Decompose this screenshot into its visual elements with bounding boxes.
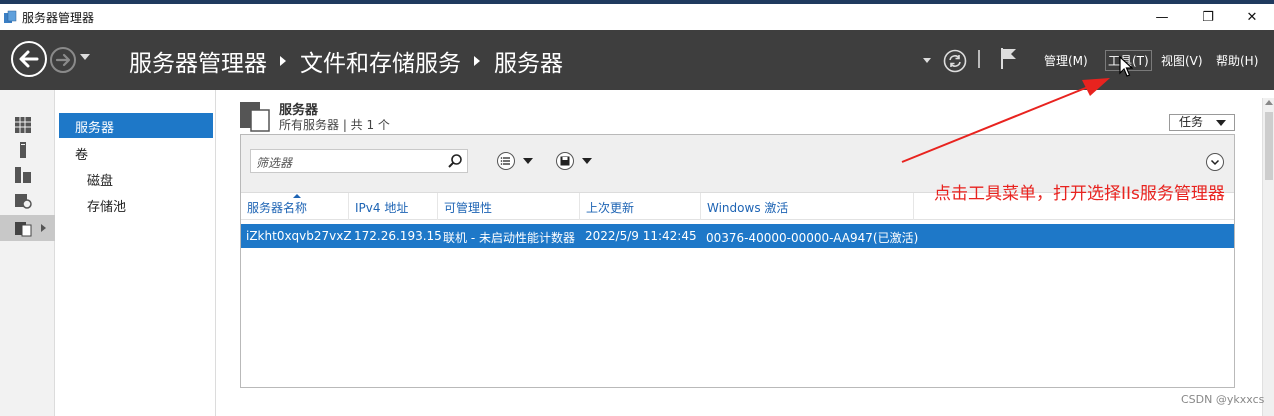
search-icon[interactable] bbox=[447, 153, 463, 169]
all-servers-icon[interactable] bbox=[14, 166, 32, 184]
save-icon bbox=[556, 152, 574, 170]
breadcrumb-separator-icon bbox=[474, 56, 480, 66]
menu-manage[interactable]: 管理(M) bbox=[1044, 52, 1088, 69]
tasks-dropdown[interactable]: 任务 bbox=[1169, 114, 1235, 131]
column-label: 上次更新 bbox=[586, 201, 635, 215]
scroll-up-icon[interactable] bbox=[1265, 100, 1273, 105]
caret-down-icon bbox=[1216, 120, 1226, 126]
filter-placeholder: 筛选器 bbox=[256, 156, 293, 170]
tasks-label: 任务 bbox=[1179, 115, 1204, 129]
minimize-button[interactable]: — bbox=[1140, 4, 1184, 30]
list-icon bbox=[497, 152, 515, 170]
app-header: 服务器管理器 文件和存储服务 服务器 管理(M) 工具(T) 视图(V) 帮助(… bbox=[0, 30, 1274, 90]
column-label: 服务器名称 bbox=[247, 201, 308, 215]
breadcrumb-item-servers[interactable]: 服务器 bbox=[494, 44, 563, 78]
scrollbar-thumb[interactable] bbox=[1265, 112, 1273, 180]
column-label: IPv4 地址 bbox=[355, 201, 409, 215]
column-header-ipv4[interactable]: IPv4 地址 bbox=[349, 193, 438, 220]
annotation-text: 点击工具菜单，打开选择IIs服务管理器 bbox=[934, 184, 1225, 204]
arrow-left-icon bbox=[19, 50, 39, 68]
server-manager-app-icon bbox=[4, 10, 17, 23]
nav-item-volumes[interactable]: 卷 bbox=[75, 144, 88, 163]
breadcrumb-item-server-manager[interactable]: 服务器管理器 bbox=[129, 44, 267, 78]
cell-activation: 00376-40000-00000-AA947(已激活) bbox=[706, 231, 919, 245]
caret-down-icon bbox=[582, 158, 592, 164]
list-options-button[interactable] bbox=[497, 151, 537, 171]
save-query-button[interactable] bbox=[556, 151, 596, 171]
file-storage-icon[interactable] bbox=[14, 219, 32, 237]
back-button[interactable] bbox=[11, 41, 47, 77]
forward-button[interactable] bbox=[50, 47, 76, 73]
table-row[interactable]: iZkht0xqvb27vxZ 172.26.193.15 联机 - 未启动性能… bbox=[241, 224, 1234, 248]
filter-input[interactable]: 筛选器 bbox=[250, 149, 468, 173]
expand-chevron-icon[interactable] bbox=[41, 224, 46, 232]
history-dropdown-icon[interactable] bbox=[80, 54, 90, 60]
column-header-windows-activation[interactable]: Windows 激活 bbox=[701, 193, 914, 220]
refresh-icon[interactable] bbox=[943, 49, 967, 73]
column-label: 可管理性 bbox=[444, 201, 493, 215]
close-button[interactable]: ✕ bbox=[1230, 4, 1274, 30]
chevron-down-icon bbox=[1210, 159, 1220, 166]
main-content: 服务器 所有服务器 | 共 1 个 任务 筛选器 服务器名称 IPv4 地址 可… bbox=[217, 90, 1257, 416]
header-dropdown-icon[interactable] bbox=[923, 58, 931, 63]
nav-item-disks[interactable]: 磁盘 bbox=[87, 170, 113, 189]
section-subtitle: 所有服务器 | 共 1 个 bbox=[279, 118, 390, 132]
caret-down-icon bbox=[523, 158, 533, 164]
servers-section-icon bbox=[240, 102, 270, 132]
nav-item-storage-pools[interactable]: 存储池 bbox=[87, 196, 126, 215]
cell-ipv4: 172.26.193.15 bbox=[354, 229, 442, 243]
column-header-server-name[interactable]: 服务器名称 bbox=[241, 193, 349, 220]
local-server-icon[interactable] bbox=[14, 141, 32, 159]
breadcrumb-separator-icon bbox=[280, 56, 286, 66]
column-label: Windows 激活 bbox=[707, 201, 789, 215]
cell-last-update: 2022/5/9 11:42:45 bbox=[585, 229, 697, 243]
breadcrumb-item-file-storage[interactable]: 文件和存储服务 bbox=[300, 44, 461, 78]
column-header-manageability[interactable]: 可管理性 bbox=[438, 193, 580, 220]
breadcrumb: 服务器管理器 文件和存储服务 服务器 bbox=[129, 44, 563, 78]
column-header-last-update[interactable]: 上次更新 bbox=[580, 193, 701, 220]
storage-nav-panel: 服务器 卷 磁盘 存储池 bbox=[56, 90, 216, 416]
expand-panel-button[interactable] bbox=[1206, 153, 1224, 171]
servers-panel: 筛选器 服务器名称 IPv4 地址 可管理性 上次更新 Windows 激活 i… bbox=[240, 134, 1235, 388]
arrow-right-icon bbox=[55, 53, 71, 67]
window-title: 服务器管理器 bbox=[22, 11, 95, 25]
vertical-scrollbar[interactable] bbox=[1262, 98, 1274, 416]
menu-help[interactable]: 帮助(H) bbox=[1216, 52, 1258, 69]
notifications-flag-icon[interactable] bbox=[1000, 46, 1018, 70]
mouse-cursor-icon bbox=[1119, 56, 1133, 77]
cell-manageability: 联机 - 未启动性能计数器 bbox=[443, 231, 575, 245]
title-bar: 服务器管理器 — ❐ ✕ bbox=[0, 4, 1274, 30]
watermark: CSDN @ykxxcs bbox=[1181, 393, 1265, 406]
nav-item-servers[interactable]: 服务器 bbox=[59, 113, 213, 138]
menu-view[interactable]: 视图(V) bbox=[1161, 52, 1203, 69]
sort-ascending-icon bbox=[293, 194, 301, 198]
iis-icon[interactable] bbox=[14, 191, 32, 209]
dashboard-icon[interactable] bbox=[14, 116, 32, 134]
left-icon-rail bbox=[0, 90, 55, 416]
cell-server-name: iZkht0xqvb27vxZ bbox=[246, 229, 352, 243]
header-divider bbox=[978, 50, 980, 68]
maximize-button[interactable]: ❐ bbox=[1186, 4, 1230, 30]
